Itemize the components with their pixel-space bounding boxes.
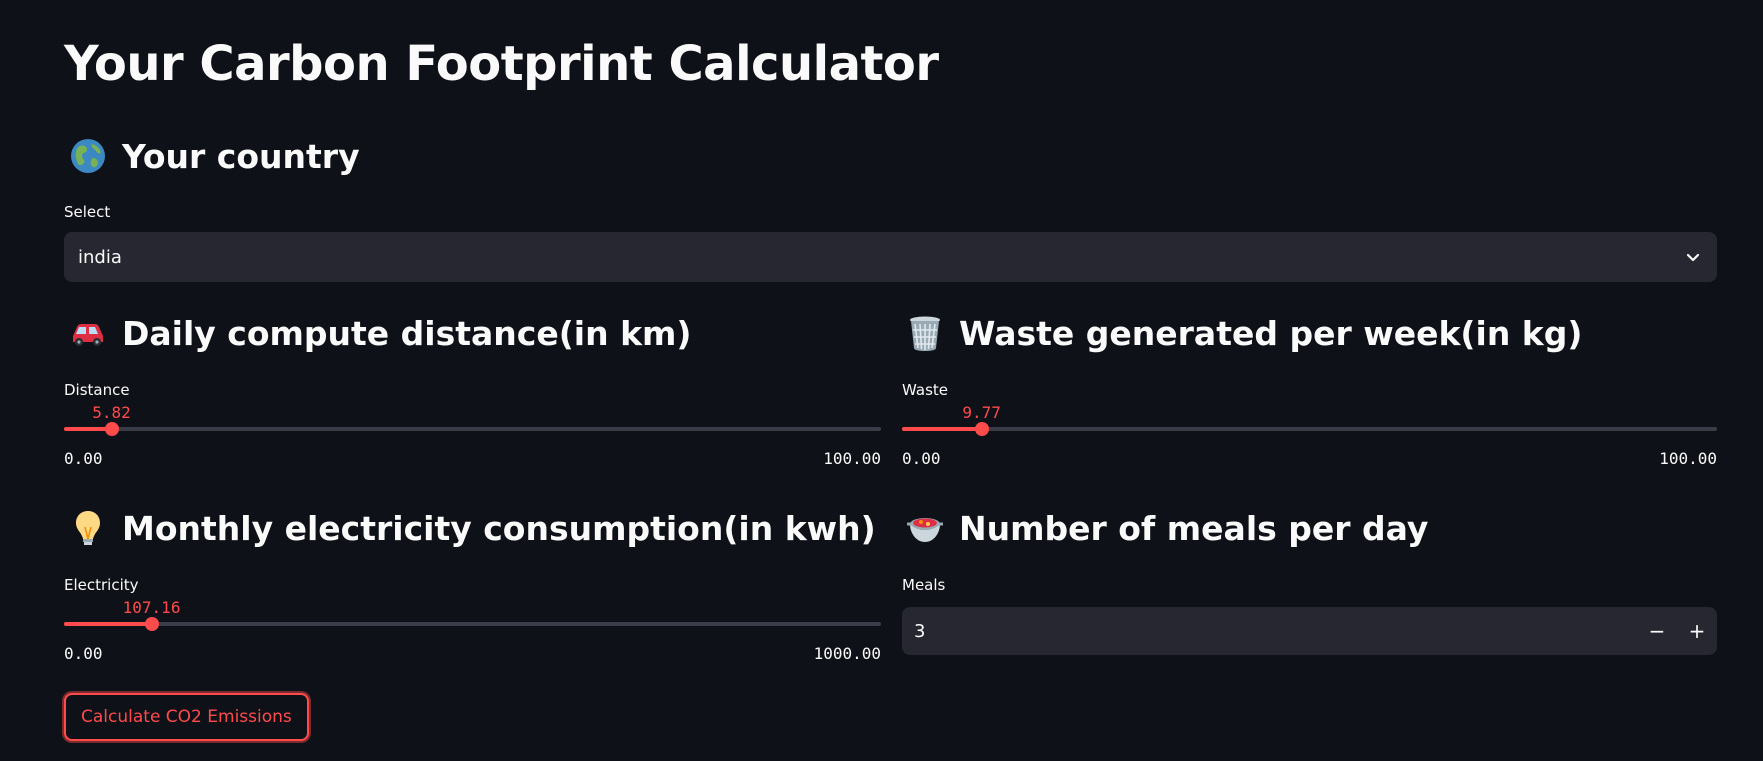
waste-slider[interactable]: 9.77 0.00 100.00 xyxy=(902,403,1717,483)
distance-slider-max: 100.00 xyxy=(823,449,881,468)
electricity-slider-thumb[interactable] xyxy=(144,617,159,631)
page-title: Your Carbon Footprint Calculator xyxy=(64,36,939,92)
electricity-slider-fill xyxy=(64,622,152,626)
car-icon xyxy=(68,313,108,353)
calculate-co2-button[interactable]: Calculate CO2 Emissions xyxy=(64,693,309,741)
distance-label: Distance xyxy=(64,381,130,399)
electricity-slider-track[interactable] xyxy=(64,622,881,626)
waste-slider-value: 9.77 xyxy=(962,403,1001,422)
waste-heading-text: Waste generated per week(in kg) xyxy=(959,313,1583,353)
electricity-slider-min: 0.00 xyxy=(64,644,103,663)
waste-slider-max: 100.00 xyxy=(1659,449,1717,468)
distance-slider[interactable]: 5.82 0.00 100.00 xyxy=(64,403,881,483)
electricity-slider-max: 1000.00 xyxy=(813,644,881,663)
waste-slider-track[interactable] xyxy=(902,427,1717,431)
select-label: Select xyxy=(64,203,111,221)
waste-label: Waste xyxy=(902,381,948,399)
decrement-button[interactable]: − xyxy=(1637,607,1677,655)
electricity-heading-text: Monthly electricity consumption(in kwh) xyxy=(122,508,876,548)
lightbulb-icon xyxy=(68,508,108,548)
distance-slider-track[interactable] xyxy=(64,427,881,431)
country-select-value: india xyxy=(78,246,122,268)
chevron-down-icon[interactable] xyxy=(1683,247,1703,267)
meals-input-value[interactable]: 3 xyxy=(902,621,1637,642)
distance-slider-value: 5.82 xyxy=(92,403,131,422)
distance-slider-thumb[interactable] xyxy=(104,422,119,436)
waste-heading: Waste generated per week(in kg) xyxy=(905,313,1582,353)
wastebasket-icon xyxy=(905,313,945,353)
country-select[interactable]: india xyxy=(64,232,1717,282)
waste-slider-min: 0.00 xyxy=(902,449,941,468)
electricity-slider[interactable]: 107.16 0.00 1000.00 xyxy=(64,598,881,678)
country-heading: Your country xyxy=(68,136,360,176)
waste-slider-thumb[interactable] xyxy=(974,422,989,436)
distance-heading: Daily compute distance(in km) xyxy=(68,313,692,353)
meals-label: Meals xyxy=(902,576,946,594)
meals-heading-text: Number of meals per day xyxy=(959,508,1429,548)
distance-heading-text: Daily compute distance(in km) xyxy=(122,313,692,353)
electricity-slider-value: 107.16 xyxy=(122,598,181,617)
app-page: Your Carbon Footprint Calculator Your co… xyxy=(0,0,1763,761)
electricity-heading: Monthly electricity consumption(in kwh) xyxy=(68,508,876,548)
waste-slider-fill xyxy=(902,427,982,431)
meals-number-input[interactable]: 3 − + xyxy=(902,607,1717,655)
country-heading-text: Your country xyxy=(122,136,360,176)
electricity-label: Electricity xyxy=(64,576,139,594)
distance-slider-min: 0.00 xyxy=(64,449,103,468)
increment-button[interactable]: + xyxy=(1677,607,1717,655)
globe-icon xyxy=(68,136,108,176)
meals-heading: Number of meals per day xyxy=(905,508,1428,548)
food-pot-icon xyxy=(905,508,945,548)
